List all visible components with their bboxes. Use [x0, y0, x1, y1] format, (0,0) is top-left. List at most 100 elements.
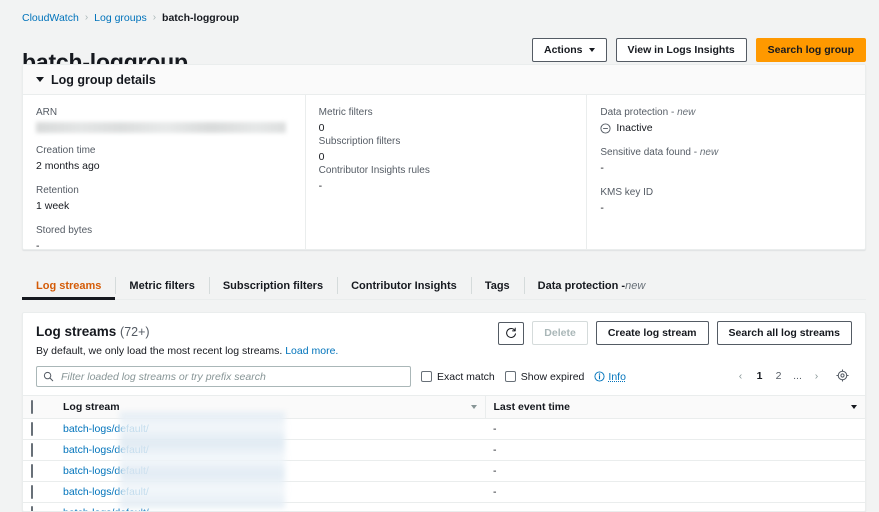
column-header-last-event-time-label: Last event time	[493, 401, 570, 413]
load-more-link[interactable]: Load more.	[285, 345, 338, 357]
table-row[interactable]: batch-logs/default/ -	[23, 460, 865, 482]
contributor-insights-rules-label: Contributor Insights rules	[318, 165, 430, 176]
show-expired-label: Show expired	[520, 370, 585, 383]
data-protection-label: Data protection - new	[600, 107, 696, 118]
breadcrumb-item-cloudwatch[interactable]: CloudWatch	[22, 12, 79, 24]
retention-label: Retention	[36, 185, 79, 196]
stored-bytes-value: -	[36, 240, 40, 252]
info-label: Info	[608, 370, 626, 383]
pagination-ellipsis: ...	[793, 369, 802, 382]
arn-value-redacted	[36, 122, 286, 133]
show-expired-checkbox-wrapper[interactable]: Show expired	[504, 370, 585, 383]
table-row[interactable]: batch-logs/default/ -	[23, 502, 865, 511]
filter-search-box[interactable]	[36, 366, 411, 387]
table-row[interactable]: batch-logs/default/ -	[23, 439, 865, 461]
column-header-log-stream[interactable]: Log stream	[55, 395, 485, 419]
metric-filters-value: 0	[318, 122, 325, 134]
subscription-filters-value: 0	[318, 151, 325, 163]
tab-data-protection[interactable]: Data protection - new	[523, 272, 660, 299]
refresh-icon	[506, 327, 517, 338]
row-checkbox[interactable]	[31, 506, 33, 511]
sort-caret-icon[interactable]	[470, 405, 477, 409]
select-all-checkbox[interactable]	[31, 400, 33, 414]
tab-bar: Log streams Metric filters Subscription …	[22, 272, 866, 300]
refresh-button[interactable]	[498, 321, 525, 345]
last-event-time-cell: -	[485, 460, 865, 482]
chevron-down-icon[interactable]	[36, 77, 44, 82]
subscription-filters-label: Subscription filters	[318, 136, 401, 147]
tab-contributor-insights[interactable]: Contributor Insights	[337, 272, 471, 299]
tab-subscription-filters[interactable]: Subscription filters	[208, 272, 337, 299]
contributor-insights-rules-value: -	[318, 180, 323, 192]
details-column-identity: ARN Creation time 2 months ago Retention…	[23, 95, 305, 252]
row-select-cell	[23, 481, 55, 503]
log-stream-link[interactable]: batch-logs/default/	[63, 486, 149, 498]
details-column-filters: Metric filters 0 Subscription filters 0 …	[304, 95, 587, 250]
header-actions: Actions View in Logs Insights Search log…	[531, 38, 866, 62]
pagination-prev-button[interactable]: ‹	[732, 366, 749, 385]
log-streams-subtitle: By default, we only load the most recent…	[36, 344, 852, 358]
log-stream-link[interactable]: batch-logs/default/	[63, 465, 149, 477]
table-row[interactable]: batch-logs/default/ -	[23, 481, 865, 503]
cloudwatch-log-group-page: CloudWatch › Log groups › batch-loggroup…	[0, 0, 879, 512]
log-streams-title-text: Log streams	[36, 324, 117, 339]
delete-button: Delete	[532, 321, 588, 345]
row-checkbox[interactable]	[31, 443, 33, 457]
creation-time-label: Creation time	[36, 145, 96, 156]
breadcrumb-item-log-groups[interactable]: Log groups	[94, 12, 147, 24]
tab-log-streams[interactable]: Log streams	[22, 272, 116, 300]
log-group-details-panel: Log group details ARN Creation time 2 mo…	[22, 64, 866, 252]
tab-new-badge: new	[625, 279, 646, 292]
column-header-last-event-time[interactable]: Last event time	[484, 395, 865, 419]
create-log-stream-button[interactable]: Create log stream	[595, 321, 709, 345]
pagination-page-2[interactable]: 2	[770, 366, 787, 385]
log-stream-name-cell: batch-logs/default/	[55, 439, 485, 461]
actions-dropdown-label: Actions	[543, 44, 583, 56]
sort-caret-icon[interactable]	[851, 405, 857, 409]
data-protection-value: Inactive	[616, 122, 653, 134]
row-checkbox[interactable]	[31, 464, 33, 478]
tab-tags[interactable]: Tags	[470, 272, 524, 299]
log-stream-link[interactable]: batch-logs/default/	[63, 507, 149, 511]
search-log-group-button[interactable]: Search log group	[755, 38, 866, 62]
log-stream-link[interactable]: batch-logs/default/	[63, 423, 149, 435]
row-checkbox[interactable]	[31, 422, 33, 436]
table-preferences-button[interactable]	[833, 366, 852, 385]
kms-key-id-label: KMS key ID	[600, 187, 654, 198]
log-group-details-body: ARN Creation time 2 months ago Retention…	[23, 95, 865, 252]
actions-dropdown-button[interactable]: Actions	[531, 38, 607, 62]
pagination-page-1[interactable]: 1	[751, 366, 768, 385]
pagination-next-button[interactable]: ›	[808, 366, 825, 385]
details-column-protection: Data protection - new Inactive Sensitive…	[586, 95, 865, 250]
last-event-time-cell: -	[485, 439, 865, 461]
show-expired-checkbox[interactable]	[504, 371, 516, 382]
row-checkbox[interactable]	[31, 485, 33, 499]
breadcrumb-separator-icon: ›	[84, 12, 89, 23]
view-in-logs-insights-button[interactable]: View in Logs Insights	[615, 38, 747, 62]
filter-log-streams-input[interactable]	[59, 367, 410, 386]
arn-label: ARN	[36, 107, 58, 118]
row-select-cell	[23, 418, 55, 440]
chevron-down-icon	[588, 48, 595, 52]
tab-data-protection-label: Data protection -	[537, 279, 626, 292]
search-icon	[43, 371, 54, 382]
last-event-time-cell: -	[485, 481, 865, 503]
log-group-details-header[interactable]: Log group details	[23, 65, 865, 95]
kms-key-id-value: -	[600, 202, 604, 214]
exact-match-checkbox-wrapper[interactable]: Exact match	[421, 371, 495, 383]
column-header-log-stream-label: Log stream	[63, 401, 120, 413]
pagination: ‹ 1 2 ... ›	[732, 366, 852, 385]
sensitive-data-found-label: Sensitive data found - new	[600, 147, 719, 158]
data-protection-status: Inactive	[600, 121, 852, 135]
log-stream-link[interactable]: batch-logs/default/	[63, 444, 149, 456]
circle-minus-icon	[600, 122, 611, 134]
tab-metric-filters[interactable]: Metric filters	[115, 272, 208, 299]
row-select-cell	[23, 502, 55, 511]
search-all-log-streams-button[interactable]: Search all log streams	[716, 321, 852, 345]
info-link[interactable]: Info	[594, 371, 626, 383]
log-stream-name-cell: batch-logs/default/	[55, 460, 485, 482]
exact-match-checkbox[interactable]	[421, 371, 432, 382]
log-streams-actions: Delete Create log stream Search all log …	[498, 321, 852, 345]
table-row[interactable]: batch-logs/default/ -	[23, 418, 865, 440]
breadcrumb-separator-icon: ›	[152, 12, 157, 23]
